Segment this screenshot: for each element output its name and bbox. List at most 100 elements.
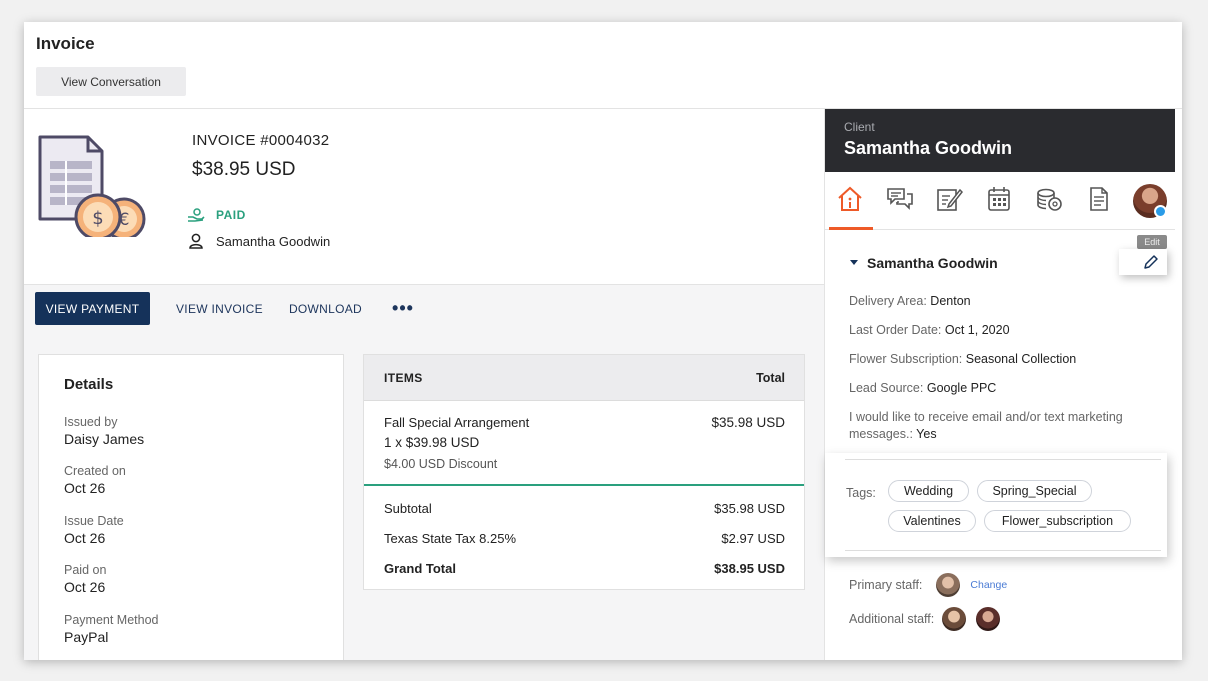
line-item-quantity: 1 x $39.98 USD <box>384 435 480 450</box>
divider <box>845 459 1161 460</box>
issue-date-label: Issue Date <box>64 514 124 528</box>
lead-source-label: Lead Source: <box>849 381 924 395</box>
issued-by: Issued by Daisy James <box>64 415 144 447</box>
subtotal-value: $35.98 USD <box>714 501 785 516</box>
invoice-amount: $38.95 USD <box>192 159 296 180</box>
subtotal-label: Subtotal <box>384 501 432 516</box>
invoice-number: INVOICE #0004032 <box>192 132 330 149</box>
more-options-icon[interactable]: ••• <box>392 298 414 319</box>
tax-row: Texas State Tax 8.25% $2.97 USD <box>384 531 785 546</box>
grand-total-label: Grand Total <box>384 561 456 576</box>
top-header: Invoice View Conversation <box>24 22 1182 109</box>
tag-chip[interactable]: Flower_subscription <box>984 510 1131 532</box>
tab-client-info[interactable] <box>833 182 867 216</box>
payment-method: Payment Method PayPal <box>64 613 159 645</box>
invoice-client: Samantha Goodwin <box>186 233 330 249</box>
divider <box>845 550 1161 551</box>
marketing-label: I would like to receive email and/or tex… <box>849 410 1123 441</box>
user-icon <box>189 233 203 249</box>
additional-staff-row: Additional staff: <box>849 607 1001 631</box>
issued-by-label: Issued by <box>64 415 118 429</box>
invoice-main: € $ INVOICE #0004032 $38.95 USD PAID Sam… <box>24 109 824 660</box>
subscription-field: Flower Subscription: Seasonal Collection <box>849 351 1076 368</box>
caret-down-icon <box>850 260 858 265</box>
view-conversation-button[interactable]: View Conversation <box>36 67 186 96</box>
tag-chip[interactable]: Valentines <box>888 510 976 532</box>
delivery-area-field: Delivery Area: Denton <box>849 293 971 310</box>
tab-documents[interactable] <box>1082 182 1116 216</box>
issue-date: Issue Date Oct 26 <box>64 514 124 546</box>
delivery-area-value: Denton <box>930 294 971 308</box>
tag-chip[interactable]: Spring_Special <box>977 480 1092 502</box>
subscription-label: Flower Subscription: <box>849 352 963 366</box>
invoice-summary: € $ INVOICE #0004032 $38.95 USD PAID Sam… <box>24 109 824 285</box>
tab-conversations[interactable] <box>883 182 917 216</box>
tax-value: $2.97 USD <box>721 531 785 546</box>
edit-note-icon <box>937 188 964 211</box>
invoice-actions: VIEW PAYMENT VIEW INVOICE DOWNLOAD ••• <box>35 292 414 325</box>
tags-card: Tags: Wedding Spring_Special Valentines … <box>825 453 1167 557</box>
primary-staff-label: Primary staff: <box>849 578 923 592</box>
marketing-value: Yes <box>916 427 937 441</box>
edit-tooltip: Edit <box>1137 235 1167 249</box>
view-invoice-button[interactable]: VIEW INVOICE <box>176 302 263 316</box>
grand-total-value: $38.95 USD <box>714 561 785 576</box>
last-order-field: Last Order Date: Oct 1, 2020 <box>849 322 1010 339</box>
client-panel-header: Client Samantha Goodwin <box>825 109 1175 172</box>
line-item: Fall Special Arrangement 1 x $39.98 USD … <box>364 401 804 486</box>
paid-status-text: PAID <box>216 208 246 222</box>
pencil-icon <box>1144 255 1158 269</box>
grand-total-row: Grand Total $38.95 USD <box>384 561 785 576</box>
details-card: Details Issued by Daisy James Created on… <box>38 354 344 660</box>
lead-source-field: Lead Source: Google PPC <box>849 380 996 397</box>
paid-hand-icon <box>188 208 205 222</box>
client-section-toggle[interactable]: Samantha Goodwin <box>849 255 998 271</box>
additional-staff-avatar <box>976 607 1001 631</box>
invoice-client-name: Samantha Goodwin <box>216 233 331 249</box>
tag-chip[interactable]: Wedding <box>888 480 969 502</box>
delivery-area-label: Delivery Area: <box>849 294 927 308</box>
items-column-header: ITEMS <box>384 371 423 385</box>
download-button[interactable]: DOWNLOAD <box>289 302 362 316</box>
tab-calendar[interactable] <box>982 182 1016 216</box>
subscription-value: Seasonal Collection <box>965 352 1077 366</box>
edit-button[interactable] <box>1119 249 1167 275</box>
payment-status: PAID <box>186 207 246 223</box>
invoice-document-icon: € $ <box>38 135 146 237</box>
additional-staff-label: Additional staff: <box>849 612 935 626</box>
line-item-name: Fall Special Arrangement <box>384 415 530 430</box>
chat-bubbles-icon <box>887 188 913 210</box>
coins-icon <box>1037 188 1062 211</box>
svg-text:$: $ <box>92 208 103 229</box>
paid-on-value: Oct 26 <box>64 579 106 595</box>
view-payment-button[interactable]: VIEW PAYMENT <box>35 292 150 325</box>
line-item-total: $35.98 USD <box>711 415 785 430</box>
created-on-value: Oct 26 <box>64 480 106 496</box>
subtotal-row: Subtotal $35.98 USD <box>384 501 785 516</box>
items-card: ITEMS Total Fall Special Arrangement 1 x… <box>363 354 805 590</box>
issue-date-value: Oct 26 <box>64 530 106 546</box>
paid-on-label: Paid on <box>64 563 107 577</box>
change-staff-link[interactable]: Change <box>970 579 1007 591</box>
page-title: Invoice <box>36 34 95 53</box>
tab-notes[interactable] <box>932 182 966 216</box>
created-on-label: Created on <box>64 464 126 478</box>
payment-method-value: PayPal <box>64 629 109 645</box>
home-info-icon <box>838 186 862 211</box>
last-order-label: Last Order Date: <box>849 323 942 337</box>
issued-by-value: Daisy James <box>64 431 145 447</box>
primary-staff-avatar <box>936 573 961 597</box>
invoice-window: Invoice View Conversation € $ INVOICE #0… <box>24 22 1182 660</box>
client-section-name: Samantha Goodwin <box>867 255 998 271</box>
tax-label: Texas State Tax 8.25% <box>384 531 517 546</box>
client-tabs <box>825 172 1175 230</box>
items-header: ITEMS Total <box>364 355 804 401</box>
lead-source-value: Google PPC <box>926 381 997 395</box>
tags-label: Tags: <box>846 486 876 500</box>
online-status-dot <box>1154 205 1167 218</box>
total-column-header: Total <box>756 371 785 385</box>
paid-on: Paid on Oct 26 <box>64 563 106 595</box>
tab-payments[interactable] <box>1032 182 1066 216</box>
client-name-heading: Samantha Goodwin <box>844 138 1013 158</box>
additional-staff-avatar <box>942 607 967 631</box>
